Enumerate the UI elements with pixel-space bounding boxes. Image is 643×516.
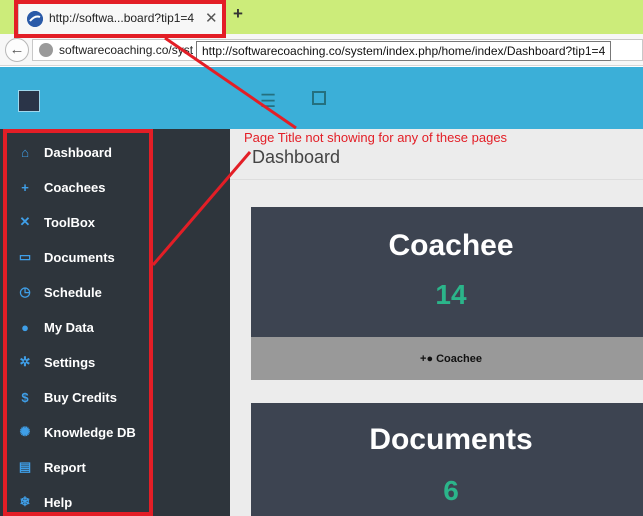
annotation-arrows bbox=[151, 36, 297, 266]
annotation-arrow-sidebar bbox=[151, 151, 252, 266]
annotation-arrow-tab bbox=[164, 36, 297, 130]
